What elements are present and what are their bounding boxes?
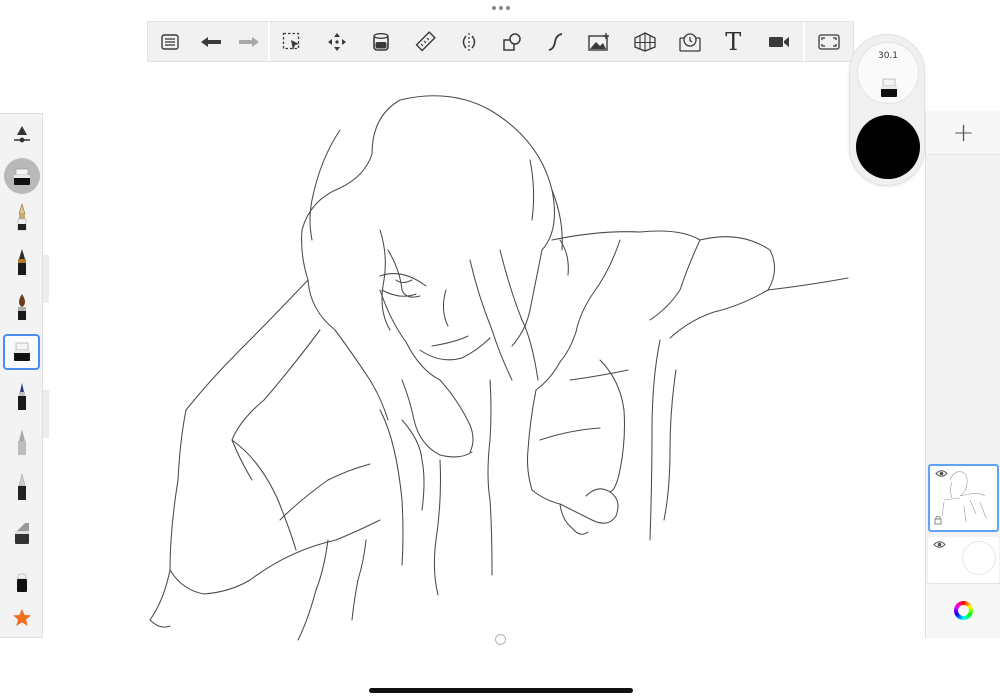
airbrush-button[interactable] (3, 424, 40, 460)
background-color-swatch[interactable] (962, 541, 996, 575)
undo-arrow-icon[interactable] (192, 22, 230, 61)
canvas-origin-marker (495, 634, 506, 645)
add-image-icon[interactable] (577, 22, 622, 61)
curve-stroke-icon[interactable] (534, 22, 577, 61)
layer-thumbnail-background[interactable] (928, 537, 999, 583)
marker-brush-icon (13, 342, 30, 361)
chisel-marker-icon (14, 523, 29, 544)
fill-bucket-icon[interactable] (359, 22, 403, 61)
redo-arrow-icon[interactable] (230, 22, 268, 61)
favorites-button[interactable] (3, 600, 40, 636)
color-editor-button[interactable] (926, 583, 1000, 637)
marker-brush-icon (14, 168, 30, 185)
pencil-icon (17, 202, 26, 231)
eye-icon[interactable] (933, 540, 946, 549)
ballpoint-pen-icon (17, 383, 26, 410)
brush-panel-tab[interactable] (43, 390, 49, 438)
move-arrows-icon[interactable] (315, 22, 359, 61)
brush-settings-icon (13, 126, 30, 143)
airbrush-icon (17, 429, 26, 455)
current-color-swatch[interactable] (856, 115, 920, 179)
video-camera-icon[interactable] (755, 22, 803, 61)
brush-color-puck[interactable]: 30.1 (849, 34, 925, 186)
star-icon (12, 609, 31, 626)
sketchbook-app: T 30.1 + (0, 0, 1000, 699)
paint-brush-icon (17, 294, 26, 320)
ruler-icon[interactable] (403, 22, 448, 61)
brush-panel-tab[interactable] (43, 255, 49, 303)
brush-size-control[interactable]: 30.1 (857, 42, 919, 104)
list-icon[interactable] (148, 22, 192, 61)
brush-palette (0, 113, 43, 638)
marker-brush-icon (881, 78, 897, 97)
eraser-button[interactable] (3, 565, 40, 601)
ink-pen-button[interactable] (3, 244, 40, 280)
text-icon: T (725, 27, 742, 56)
home-indicator[interactable] (369, 688, 633, 693)
eraser-icon (16, 573, 27, 592)
perspective-grid-icon[interactable] (622, 22, 668, 61)
soft-pencil-icon (17, 473, 26, 500)
chisel-marker-button[interactable] (3, 516, 40, 552)
shapes-icon[interactable] (490, 22, 534, 61)
drawing-canvas[interactable] (140, 80, 860, 650)
timelapse-icon[interactable] (668, 22, 712, 61)
fullscreen-icon[interactable] (805, 22, 853, 61)
layers-panel: + (925, 111, 1000, 638)
ink-pen-icon (17, 249, 26, 275)
main-toolbar: T (147, 21, 854, 62)
marker-brush-button[interactable] (3, 334, 40, 370)
paint-brush-button[interactable] (3, 289, 40, 325)
pencil-brush-button[interactable] (3, 199, 40, 235)
selection-icon[interactable] (270, 22, 315, 61)
color-wheel-icon (954, 601, 973, 620)
symmetry-icon[interactable] (448, 22, 490, 61)
recent-brush-button[interactable] (4, 158, 40, 194)
text-tool-button[interactable]: T (712, 22, 755, 61)
layer-thumbnail-sketch[interactable] (928, 464, 999, 532)
ballpoint-pen-button[interactable] (3, 379, 40, 415)
layer-lock-icon[interactable] (934, 515, 942, 525)
soft-pencil-button[interactable] (3, 469, 40, 505)
brush-size-value: 30.1 (877, 51, 899, 61)
brush-properties-button[interactable] (3, 116, 40, 152)
add-layer-button[interactable]: + (926, 111, 1000, 155)
multitask-handle[interactable] (491, 6, 511, 14)
